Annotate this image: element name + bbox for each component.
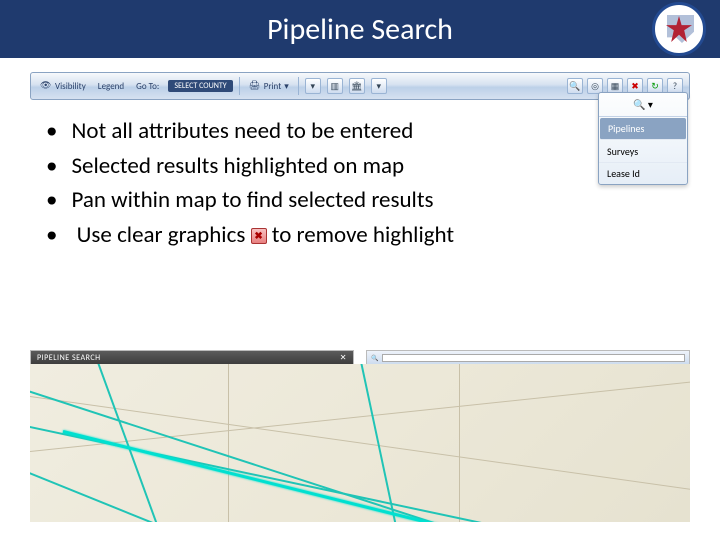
- printer-icon: 🖨: [249, 80, 261, 92]
- magnifier-icon[interactable]: 🔍: [371, 354, 378, 362]
- map-toolbar: 👁 Visibility Legend Go To: SELECT COUNTY…: [30, 72, 690, 100]
- caret-down-icon: ▾: [284, 81, 289, 92]
- legend-button[interactable]: Legend: [95, 81, 127, 92]
- panel-title: PIPELINE SEARCH: [37, 353, 101, 363]
- bullet-4: Use clear graphics ✖ to remove highlight: [46, 218, 690, 253]
- map-canvas[interactable]: [366, 364, 690, 522]
- close-icon[interactable]: ✕: [340, 353, 347, 363]
- menu-surveys[interactable]: Surveys: [599, 141, 687, 163]
- bullet-3: Pan within map to find selected results: [46, 183, 690, 218]
- eye-icon: 👁: [40, 80, 52, 92]
- map-panel: 🔍: [366, 350, 690, 522]
- bullet-1: Not all attributes need to be entered: [46, 114, 690, 149]
- map-toolbar-mini: 🔍: [367, 351, 689, 365]
- tool-1-icon[interactable]: ▾: [305, 78, 321, 94]
- menu-leaseid[interactable]: Lease Id: [599, 163, 687, 184]
- building-icon[interactable]: 🏛: [349, 78, 365, 94]
- tool-4-icon[interactable]: ▾: [371, 78, 387, 94]
- print-button[interactable]: 🖨 Print ▾: [246, 80, 292, 92]
- menu-pipelines[interactable]: Pipelines: [600, 118, 686, 140]
- county-select[interactable]: SELECT COUNTY: [168, 80, 232, 92]
- goto-label: Go To:: [133, 81, 162, 92]
- clear-x-icon: ✖: [251, 228, 267, 244]
- magnifier-icon: 🔍 ▾: [599, 93, 687, 117]
- title-bar: Pipeline Search: [0, 0, 720, 58]
- map-search-input[interactable]: [382, 354, 685, 362]
- layers-icon[interactable]: ▥: [327, 78, 343, 94]
- agency-seal-icon: [652, 2, 706, 56]
- bullet-2: Selected results highlighted on map: [46, 149, 690, 184]
- zoom-icon[interactable]: 🔍: [567, 78, 583, 94]
- search-menu-popup: 🔍 ▾ Pipelines Surveys Lease Id: [598, 92, 688, 185]
- page-title: Pipeline Search: [267, 11, 453, 48]
- instruction-list: Not all attributes need to be entered Se…: [46, 114, 690, 252]
- visibility-button[interactable]: 👁 Visibility: [37, 80, 89, 92]
